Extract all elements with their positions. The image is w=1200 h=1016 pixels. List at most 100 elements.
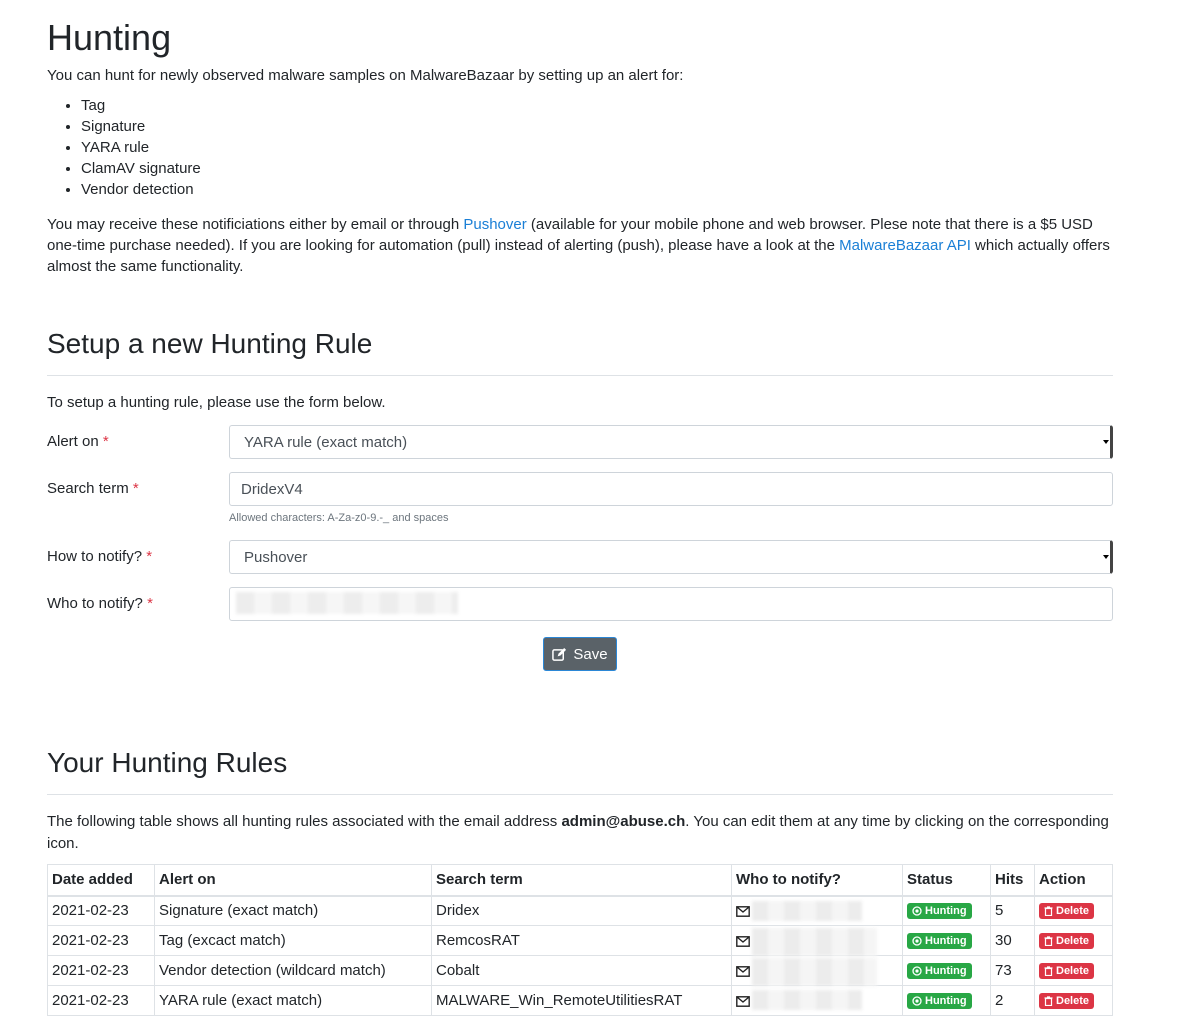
page-container: Hunting You can hunt for newly observed … [47,0,1113,1016]
cell-date: 2021-02-23 [47,925,155,957]
alert-on-label: Alert on * [47,433,109,451]
trash-icon [1044,996,1053,1007]
cell-term: MALWARE_Win_RemoteUtilitiesRAT [431,985,732,1016]
how-notify-row: How to notify? * Pushover [47,540,1113,587]
who-notify-label: Who to notify? * [47,595,153,613]
envelope-icon [736,905,750,917]
target-icon [912,996,922,1006]
cell-action: Delete [1034,985,1113,1016]
status-badge: Hunting [907,933,972,950]
cell-hits: 30 [990,925,1035,957]
search-term-label: Search term * [47,480,139,498]
cell-who [731,985,903,1016]
delete-button[interactable]: Delete [1039,993,1095,1010]
pushover-link[interactable]: Pushover [463,216,526,233]
trash-icon [1044,906,1053,917]
col-alert-on: Alert on [154,864,432,897]
col-search-term: Search term [431,864,732,897]
user-email: admin@abuse.ch [561,812,686,830]
col-date: Date added [47,864,155,897]
how-notify-value: Pushover [244,549,308,567]
cell-date: 2021-02-23 [47,895,155,927]
cell-alert-on: Signature (exact match) [154,895,432,927]
delete-button[interactable]: Delete [1039,963,1095,980]
list-item: YARA rule [81,137,1113,158]
status-badge: Hunting [907,903,972,920]
cell-who [731,895,903,927]
cell-term: RemcosRAT [431,925,732,957]
list-item: Vendor detection [81,179,1113,200]
cell-date: 2021-02-23 [47,955,155,987]
trash-icon [1044,936,1053,947]
delete-button[interactable]: Delete [1039,903,1095,920]
redacted-value [752,900,862,921]
cell-status: Hunting [902,985,991,1016]
target-icon [912,936,922,946]
table-row: 2021-02-23 Tag (excact match) RemcosRAT … [47,925,1113,957]
cell-action: Delete [1034,895,1113,927]
table-row: 2021-02-23 Signature (exact match) Dride… [47,895,1113,927]
envelope-icon [736,935,750,947]
redacted-value [752,958,877,987]
alert-on-select[interactable]: YARA rule (exact match) [229,425,1113,460]
who-notify-input[interactable] [229,587,1113,622]
how-notify-select[interactable]: Pushover [229,540,1113,575]
intro-text: You can hunt for newly observed malware … [47,67,684,85]
cell-who [731,925,903,957]
cell-alert-on: YARA rule (exact match) [154,985,432,1016]
notify-paragraph: You may receive these notificiations eit… [47,214,1113,277]
search-term-help: Allowed characters: A-Za-z0-9.-_ and spa… [229,512,449,525]
cell-term: Dridex [431,895,732,927]
cell-action: Delete [1034,955,1113,987]
how-notify-label: How to notify? * [47,548,153,566]
notify-text-1: You may receive these notificiations eit… [47,215,464,233]
col-status: Status [902,864,991,897]
who-notify-row: Who to notify? * [47,587,1113,634]
envelope-icon [736,995,750,1007]
alert-types-list: Tag Signature YARA rule ClamAV signature… [47,95,1113,200]
cell-status: Hunting [902,895,991,927]
search-term-input[interactable]: DridexV4 [229,472,1113,507]
hunting-rules-table: Date added Alert on Search term Who to n… [47,864,1113,1016]
chevron-down-icon [1103,555,1109,560]
rules-description: The following table shows all hunting ru… [47,812,1109,852]
col-who: Who to notify? [731,864,903,897]
chevron-down-icon [1103,440,1109,445]
cell-date: 2021-02-23 [47,985,155,1016]
list-item: Signature [81,116,1113,137]
alert-on-value: YARA rule (exact match) [244,434,408,452]
alert-on-row: Alert on * YARA rule (exact match) [47,425,1113,472]
cell-hits: 2 [990,985,1035,1016]
trash-icon [1044,966,1053,977]
status-badge: Hunting [907,993,972,1010]
envelope-icon [736,965,750,977]
list-item: ClamAV signature [81,158,1113,179]
col-hits: Hits [990,864,1035,897]
edit-icon [552,647,567,661]
cell-term: Cobalt [431,955,732,987]
table-header-row: Date added Alert on Search term Who to n… [47,864,1113,897]
api-link[interactable]: MalwareBazaar API [839,237,971,254]
target-icon [912,966,922,976]
cell-who [731,955,903,987]
target-icon [912,906,922,916]
delete-button[interactable]: Delete [1039,933,1095,950]
save-label: Save [573,645,608,663]
cell-status: Hunting [902,925,991,957]
col-action: Action [1034,864,1113,897]
redacted-value [752,990,862,1011]
setup-title: Setup a new Hunting Rule [47,327,1113,376]
rules-title: Your Hunting Rules [47,746,1113,795]
cell-hits: 5 [990,895,1035,927]
cell-alert-on: Tag (excact match) [154,925,432,957]
save-row: Save [47,634,1113,690]
page-title: Hunting [47,17,172,58]
list-item: Tag [81,95,1113,116]
search-term-row: Search term * DridexV4 Allowed character… [47,472,1113,540]
cell-status: Hunting [902,955,991,987]
setup-subtitle: To setup a hunting rule, please use the … [47,393,386,411]
save-button[interactable]: Save [543,637,617,672]
cell-action: Delete [1034,925,1113,957]
redacted-value [752,928,877,957]
cell-hits: 73 [990,955,1035,987]
